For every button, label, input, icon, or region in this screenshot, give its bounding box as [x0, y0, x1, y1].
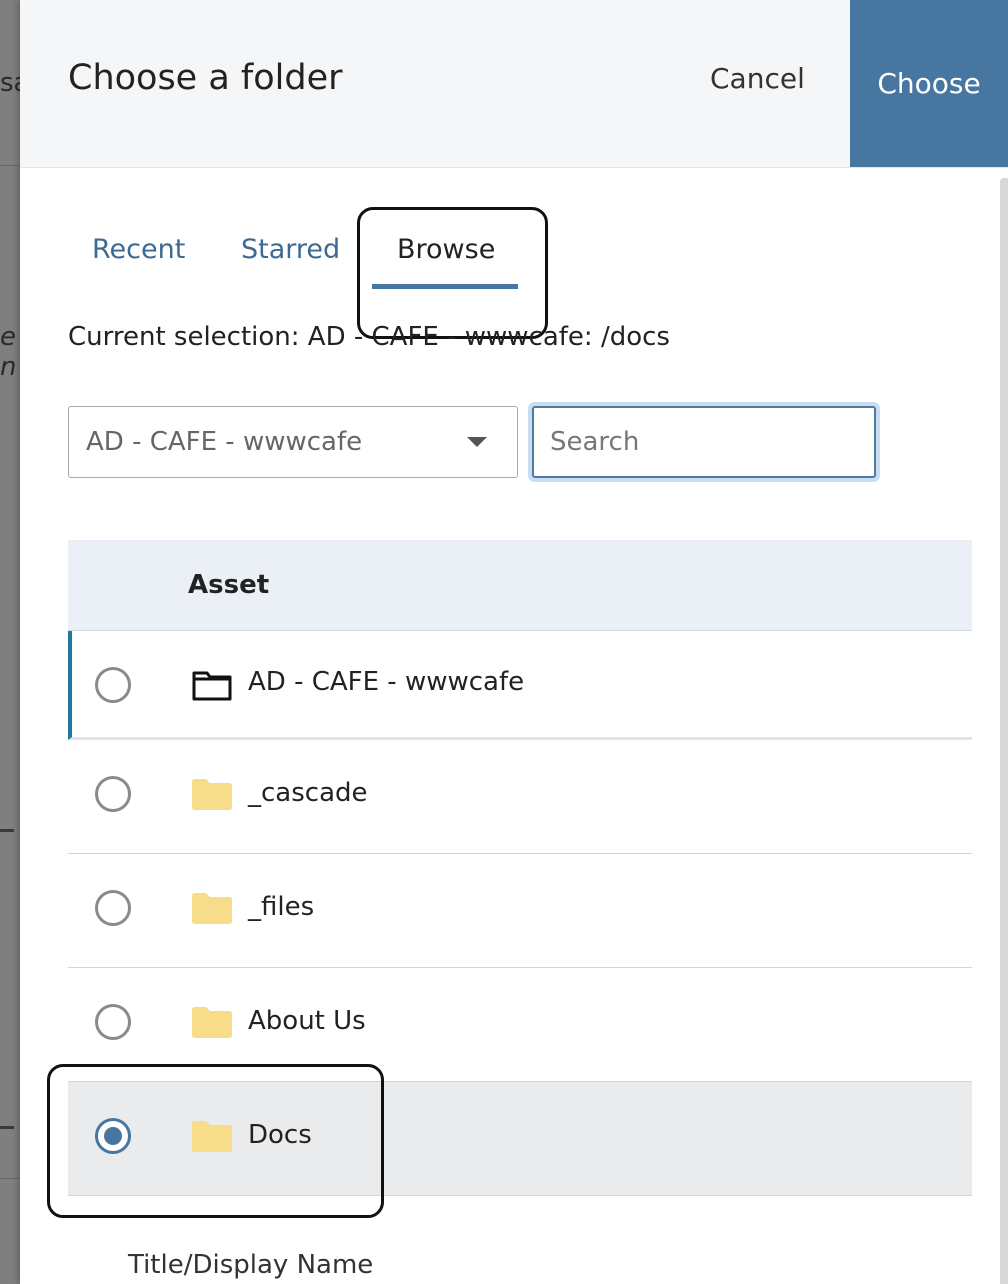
table-row[interactable]: _files: [68, 854, 972, 968]
column-header-asset: Asset: [188, 570, 270, 600]
tab-recent[interactable]: Recent: [92, 234, 185, 265]
row-label: About Us: [248, 1006, 366, 1036]
table-row[interactable]: Docs: [68, 1082, 972, 1196]
site-dropdown[interactable]: AD - CAFE - wwwcafe: [68, 406, 518, 478]
radio-button[interactable]: [95, 1004, 131, 1040]
row-label: AD - CAFE - wwwcafe: [248, 667, 525, 697]
active-tab-indicator: [372, 284, 518, 289]
dialog-title: Choose a folder: [68, 58, 343, 98]
radio-button[interactable]: [95, 890, 131, 926]
background-dash: [0, 829, 14, 832]
site-dropdown-value: AD - CAFE - wwwcafe: [86, 427, 363, 457]
folder-icon: [192, 1007, 232, 1038]
dialog-header: Choose a folder Cancel Choose: [20, 0, 1008, 168]
table-header: Asset: [68, 540, 972, 631]
choose-folder-dialog: Choose a folder Cancel Choose Recent Sta…: [20, 0, 1008, 1284]
search-input[interactable]: [532, 406, 876, 478]
radio-button-checked[interactable]: [95, 1118, 131, 1154]
table-row[interactable]: AD - CAFE - wwwcafe: [68, 631, 972, 740]
row-label: Docs: [248, 1120, 312, 1150]
background-page: sa e n: [0, 0, 20, 1284]
title-display-name-label: Title/Display Name: [128, 1250, 374, 1280]
tab-browse[interactable]: Browse: [397, 234, 495, 265]
asset-table: Asset AD - CAFE - wwwcafe _cascade _file…: [68, 540, 972, 1196]
background-text-fragment: sa: [0, 68, 20, 98]
row-label: _cascade: [248, 778, 368, 808]
folder-icon: [192, 779, 232, 810]
current-selection-text: Current selection: AD - CAFE - wwwcafe: …: [68, 322, 670, 352]
table-row[interactable]: About Us: [68, 968, 972, 1082]
folder-icon: [192, 1121, 232, 1152]
choose-button[interactable]: Choose: [850, 0, 1008, 167]
tab-starred[interactable]: Starred: [241, 234, 340, 265]
scrollbar[interactable]: [1000, 178, 1008, 1284]
radio-button[interactable]: [95, 667, 131, 703]
radio-button[interactable]: [95, 776, 131, 812]
table-row[interactable]: _cascade: [68, 740, 972, 854]
background-dash: [0, 1126, 14, 1129]
cancel-button[interactable]: Cancel: [710, 62, 805, 95]
background-text-fragment: e n: [0, 322, 17, 382]
folder-outline-icon: [192, 671, 232, 701]
background-divider: [0, 165, 20, 166]
row-label: _files: [248, 892, 315, 922]
chevron-down-icon: [467, 437, 487, 447]
folder-icon: [192, 893, 232, 924]
background-divider: [0, 1178, 20, 1179]
